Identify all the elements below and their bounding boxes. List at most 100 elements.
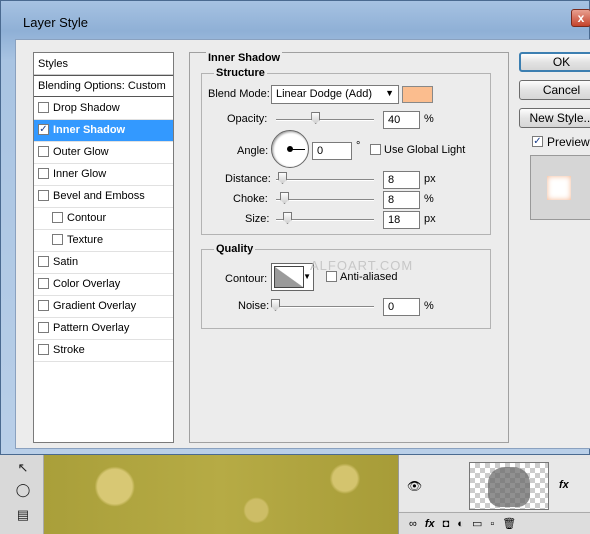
choke-slider-track[interactable] — [276, 199, 374, 201]
noise-unit: % — [424, 300, 434, 312]
notes-tool-icon[interactable]: ▤ — [12, 505, 34, 525]
blend-mode-select[interactable]: Linear Dodge (Add) ▼ — [271, 85, 399, 104]
styles-header[interactable]: Styles — [34, 53, 173, 75]
contour-picker[interactable]: ▼ — [271, 263, 314, 291]
size-unit: px — [424, 213, 436, 225]
opacity-label: Opacity: — [227, 113, 268, 125]
opacity-slider-thumb[interactable] — [311, 112, 321, 124]
cancel-button[interactable]: Cancel — [519, 80, 590, 100]
style-checkbox[interactable] — [38, 256, 49, 267]
chevron-down-icon: ▼ — [385, 88, 394, 98]
distance-label: Distance: — [225, 173, 271, 185]
style-preview — [530, 155, 590, 220]
style-checkbox[interactable] — [38, 300, 49, 311]
angle-dial[interactable] — [271, 130, 309, 168]
size-input[interactable]: 18 — [383, 211, 420, 229]
link-layers-icon[interactable]: ∞ — [409, 518, 417, 530]
structure-group: Structure Blend Mode: Linear Dodge (Add)… — [201, 67, 491, 235]
style-checkbox[interactable] — [38, 278, 49, 289]
new-layer-icon[interactable]: ▫ — [490, 518, 494, 530]
style-item-color-overlay[interactable]: Color Overlay — [34, 274, 173, 296]
style-item-drop-shadow[interactable]: Drop Shadow — [34, 98, 173, 120]
close-button[interactable]: x — [571, 9, 590, 27]
new-style-button[interactable]: New Style... — [519, 108, 590, 128]
style-item-inner-glow[interactable]: Inner Glow — [34, 164, 173, 186]
style-checkbox[interactable] — [38, 102, 49, 113]
style-item-texture[interactable]: Texture — [34, 230, 173, 252]
style-item-label: Stroke — [53, 344, 85, 356]
style-checkbox[interactable] — [52, 212, 63, 223]
style-item-label: Contour — [67, 212, 107, 224]
blend-mode-value: Linear Dodge (Add) — [276, 88, 373, 100]
layer-mask-icon[interactable]: ◘ — [443, 518, 450, 530]
style-item-label: Drop Shadow — [53, 102, 120, 114]
style-preview-swatch — [547, 176, 571, 200]
noise-input[interactable]: 0 — [383, 298, 420, 316]
blending-options-item[interactable]: Blending Options: Custom — [34, 75, 173, 97]
style-item-stroke[interactable]: Stroke — [34, 340, 173, 362]
opacity-unit: % — [424, 113, 434, 125]
style-item-inner-shadow[interactable]: Inner Shadow — [34, 120, 173, 142]
noise-label: Noise: — [238, 300, 270, 312]
style-checkbox[interactable] — [38, 190, 49, 201]
layer-row[interactable]: 👁 fx — [399, 459, 590, 511]
size-label: Size: — [245, 213, 270, 225]
layer-thumbnail — [469, 462, 549, 510]
ok-button[interactable]: OK — [519, 52, 590, 72]
distance-slider-thumb[interactable] — [278, 172, 287, 184]
style-item-label: Outer Glow — [53, 146, 109, 158]
dialog-body: Styles Blending Options: Custom Drop Sha… — [15, 39, 590, 449]
style-checkbox[interactable] — [52, 234, 63, 245]
pen-tool-icon[interactable]: ↖ — [12, 458, 34, 478]
distance-slider-track[interactable] — [276, 179, 374, 181]
choke-unit: % — [424, 193, 434, 205]
style-item-bevel-and-emboss[interactable]: Bevel and Emboss — [34, 186, 173, 208]
style-item-satin[interactable]: Satin — [34, 252, 173, 274]
layer-fx-indicator[interactable]: fx — [559, 479, 569, 491]
chevron-down-icon: ▼ — [303, 272, 311, 281]
size-slider-thumb[interactable] — [283, 212, 292, 224]
contour-curve-icon — [274, 266, 304, 288]
choke-slider-thumb[interactable] — [280, 192, 289, 204]
opacity-slider-track[interactable] — [276, 119, 374, 121]
noise-slider-track[interactable] — [276, 306, 374, 308]
style-item-label: Color Overlay — [53, 278, 121, 290]
use-global-light-label[interactable]: Use Global Light — [384, 144, 465, 156]
preview-label[interactable]: Preview — [547, 135, 590, 149]
noise-slider-thumb[interactable] — [271, 299, 280, 311]
ellipse-tool-icon[interactable]: ◯ — [12, 480, 34, 500]
angle-unit: ° — [356, 140, 361, 152]
shadow-color-swatch[interactable] — [402, 86, 433, 103]
fx-icon[interactable]: fx — [425, 518, 435, 530]
preview-checkbox[interactable] — [532, 136, 543, 147]
styles-list: Styles Blending Options: Custom Drop Sha… — [33, 52, 174, 443]
style-item-outer-glow[interactable]: Outer Glow — [34, 142, 173, 164]
structure-title: Structure — [214, 67, 267, 79]
quality-title: Quality — [214, 243, 256, 255]
eye-icon[interactable]: 👁 — [407, 479, 422, 493]
distance-unit: px — [424, 173, 436, 185]
watermark: ALFOART.COM — [310, 258, 414, 273]
layers-toolbar: ∞ fx ◘ ◐ ▭ ▫ 🗑 — [399, 512, 590, 534]
style-item-label: Bevel and Emboss — [53, 190, 145, 202]
style-checkbox[interactable] — [38, 124, 49, 135]
choke-input[interactable]: 8 — [383, 191, 420, 209]
style-item-contour[interactable]: Contour — [34, 208, 173, 230]
use-global-light-checkbox[interactable] — [370, 144, 381, 155]
dialog-titlebar[interactable]: Layer Style x — [1, 1, 590, 37]
style-item-label: Gradient Overlay — [53, 300, 137, 312]
style-checkbox[interactable] — [38, 344, 49, 355]
trash-icon[interactable]: 🗑 — [502, 517, 516, 530]
style-checkbox[interactable] — [38, 168, 49, 179]
distance-input[interactable]: 8 — [383, 171, 420, 189]
style-item-gradient-overlay[interactable]: Gradient Overlay — [34, 296, 173, 318]
style-item-pattern-overlay[interactable]: Pattern Overlay — [34, 318, 173, 340]
style-checkbox[interactable] — [38, 146, 49, 157]
adjustment-layer-icon[interactable]: ◐ — [457, 518, 464, 530]
document-canvas[interactable] — [44, 455, 398, 534]
new-group-icon[interactable]: ▭ — [472, 517, 482, 530]
style-checkbox[interactable] — [38, 322, 49, 333]
angle-input[interactable]: 0 — [312, 142, 352, 160]
dialog-title: Layer Style — [23, 15, 89, 30]
opacity-input[interactable]: 40 — [383, 111, 420, 129]
